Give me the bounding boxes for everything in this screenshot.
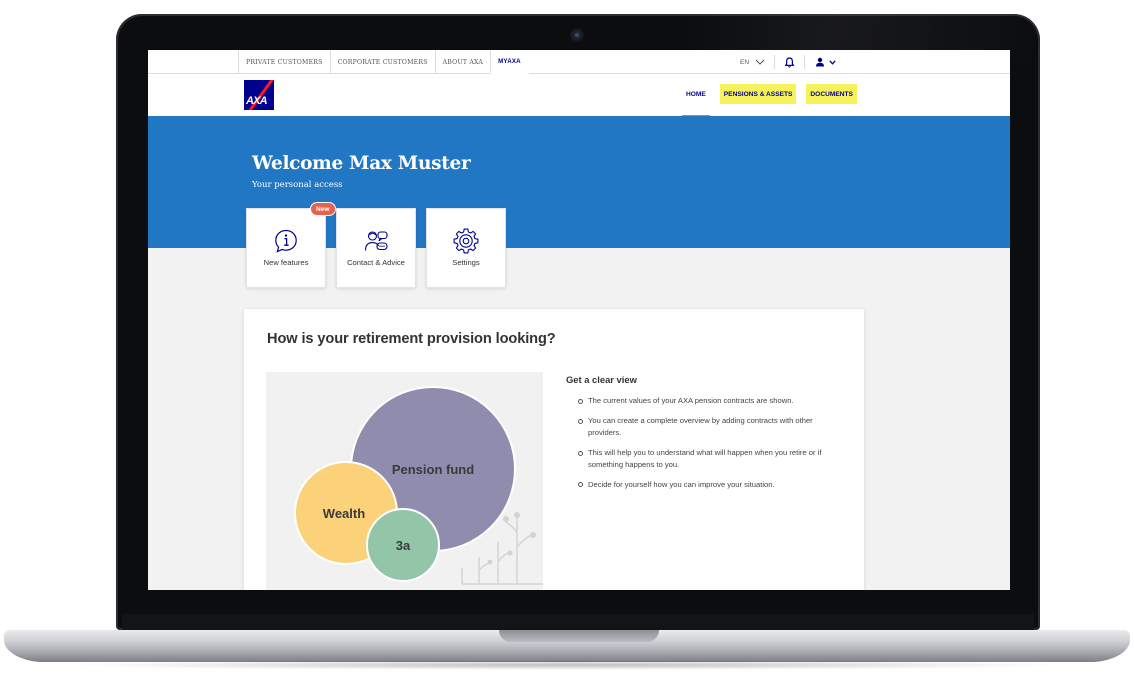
new-badge: New (310, 202, 336, 216)
top-meta-bar: PRIVATE CUSTOMERS CORPORATE CUSTOMERS AB… (148, 50, 1010, 74)
chevron-down-icon (829, 59, 836, 65)
tab-about-axa[interactable]: ABOUT AXA (434, 50, 490, 74)
info-list: The current values of your AXA pension c… (566, 395, 846, 490)
welcome-title: Welcome Max Muster (252, 153, 471, 174)
info-panel: Get a clear view The current values of y… (566, 374, 846, 499)
tile-label: Settings (452, 257, 480, 267)
user-menu[interactable] (815, 57, 836, 67)
nav-home[interactable]: HOME (682, 84, 710, 117)
nav-documents[interactable]: DOCUMENTS (806, 84, 857, 104)
pension-fund-label: Pension fund (392, 462, 474, 477)
laptop-frame: PRIVATE CUSTOMERS CORPORATE CUSTOMERS AB… (0, 0, 1134, 677)
tile-settings[interactable]: Settings (426, 208, 506, 288)
tile-contact-advice[interactable]: Contact & Advice (336, 208, 416, 288)
screen-bezel (122, 614, 1034, 630)
notifications-button[interactable] (785, 55, 806, 69)
info-title: Get a clear view (566, 374, 637, 385)
user-icon (816, 57, 825, 67)
tab-private-customers[interactable]: PRIVATE CUSTOMERS (238, 50, 330, 74)
tab-corporate-customers[interactable]: CORPORATE CUSTOMERS (329, 50, 435, 74)
gear-icon (453, 228, 479, 254)
tab-myaxa[interactable]: MYAXA (490, 50, 530, 74)
bell-icon (785, 56, 795, 68)
retirement-card: How is your retirement provision looking… (244, 309, 864, 590)
top-utilities: EN (740, 50, 836, 74)
chevron-down-icon (755, 59, 765, 65)
list-item: Decide for yourself how you can improve … (566, 479, 846, 490)
main-nav: HOME PENSIONS & ASSETS DOCUMENTS (682, 84, 857, 117)
screen: PRIVATE CUSTOMERS CORPORATE CUSTOMERS AB… (148, 50, 1010, 590)
axa-logo[interactable]: AXA (244, 80, 274, 110)
wealth-label: Wealth (323, 506, 365, 521)
logo-text: AXA (246, 95, 268, 107)
nav-pensions-assets[interactable]: PENSIONS & ASSETS (719, 84, 797, 104)
list-item: You can create a complete overview by ad… (566, 415, 846, 438)
base-shadow (60, 660, 1074, 670)
advisor-icon (364, 231, 388, 251)
main-header: AXA HOME PENSIONS & ASSETS DOCUMENTS (148, 74, 1010, 117)
3a-label: 3a (396, 538, 411, 553)
info-bubble-icon (275, 229, 297, 253)
bubble-graphic: Pension fund Wealth 3a (294, 386, 543, 585)
tile-label: New features (263, 257, 309, 267)
tile-label: Contact & Advice (347, 257, 405, 267)
webcam (572, 30, 582, 40)
list-item: The current values of your AXA pension c… (566, 395, 846, 406)
list-item: This will help you to understand what wi… (566, 447, 846, 470)
pension-bubble-illustration: Pension fund Wealth 3a (266, 372, 543, 590)
retirement-heading: How is your retirement provision looking… (267, 331, 556, 347)
audience-nav: PRIVATE CUSTOMERS CORPORATE CUSTOMERS AB… (238, 50, 530, 74)
language-label: EN (740, 58, 750, 66)
language-selector[interactable]: EN (740, 55, 776, 69)
lid-opening-notch (499, 630, 659, 642)
welcome-subtitle: Your personal access (252, 180, 343, 190)
tile-new-features[interactable]: New features (246, 208, 326, 288)
